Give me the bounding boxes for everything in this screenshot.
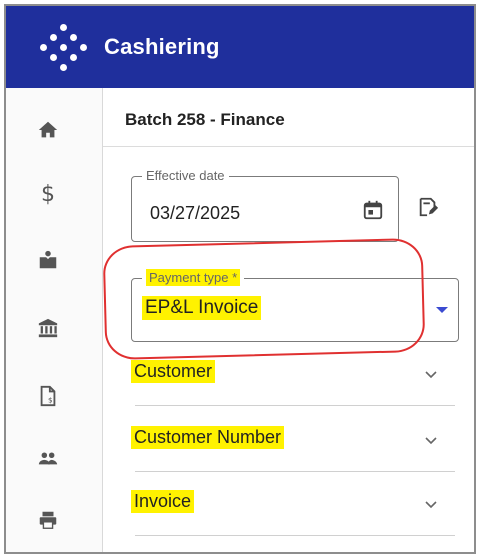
calendar-icon[interactable] bbox=[362, 199, 384, 221]
edit-note-icon[interactable] bbox=[417, 196, 439, 218]
printer-icon bbox=[39, 511, 57, 529]
cash-register-icon bbox=[39, 250, 57, 269]
sidebar-item-cash-register[interactable] bbox=[28, 242, 68, 278]
chevron-down-icon bbox=[425, 501, 437, 509]
divider bbox=[135, 535, 455, 536]
app-bar: Cashiering bbox=[6, 6, 474, 88]
svg-text:$: $ bbox=[48, 395, 53, 404]
sidebar-item-receipts[interactable]: $ bbox=[28, 378, 68, 414]
accordion-customer-number[interactable]: Customer Number bbox=[125, 410, 455, 472]
users-icon bbox=[38, 452, 58, 465]
sidebar-item-home[interactable] bbox=[28, 112, 68, 148]
sidebar-item-payments[interactable]: $ bbox=[28, 176, 68, 212]
dollar-icon: $ bbox=[41, 181, 55, 207]
home-icon bbox=[38, 121, 58, 138]
app-window: Cashiering $ $ Batch 258 - Finance Effec… bbox=[4, 4, 476, 554]
accordion-invoice[interactable]: Invoice bbox=[125, 474, 455, 536]
chevron-down-icon bbox=[425, 437, 437, 445]
sidebar-nav: $ $ bbox=[6, 88, 103, 552]
receipt-document-icon: $ bbox=[40, 385, 56, 407]
divider bbox=[135, 471, 455, 472]
sidebar-item-bank[interactable] bbox=[28, 310, 68, 346]
divider bbox=[135, 405, 455, 406]
app-title: Cashiering bbox=[104, 34, 220, 59]
sidebar-item-users[interactable] bbox=[28, 440, 68, 476]
dropdown-caret-icon bbox=[436, 307, 448, 313]
accordion-label: Customer bbox=[131, 360, 216, 383]
chevron-down-icon bbox=[425, 371, 437, 379]
accordion-label: Customer Number bbox=[131, 426, 285, 449]
effective-date-field[interactable]: Effective date 03/27/2025 bbox=[131, 168, 399, 242]
sidebar-item-print[interactable] bbox=[28, 502, 68, 538]
accordion-customer[interactable]: Customer bbox=[125, 344, 455, 406]
batch-panel: Batch 258 - Finance Effective date 03/27… bbox=[102, 88, 474, 552]
annotation-circle bbox=[102, 237, 426, 361]
app-logo-icon bbox=[36, 24, 96, 71]
batch-title: Batch 258 - Finance bbox=[125, 110, 285, 129]
bank-icon bbox=[38, 318, 58, 338]
divider bbox=[103, 146, 474, 147]
accordion-label: Invoice bbox=[131, 490, 195, 513]
effective-date-value: 03/27/2025 bbox=[150, 203, 241, 223]
effective-date-label: Effective date bbox=[142, 168, 229, 183]
